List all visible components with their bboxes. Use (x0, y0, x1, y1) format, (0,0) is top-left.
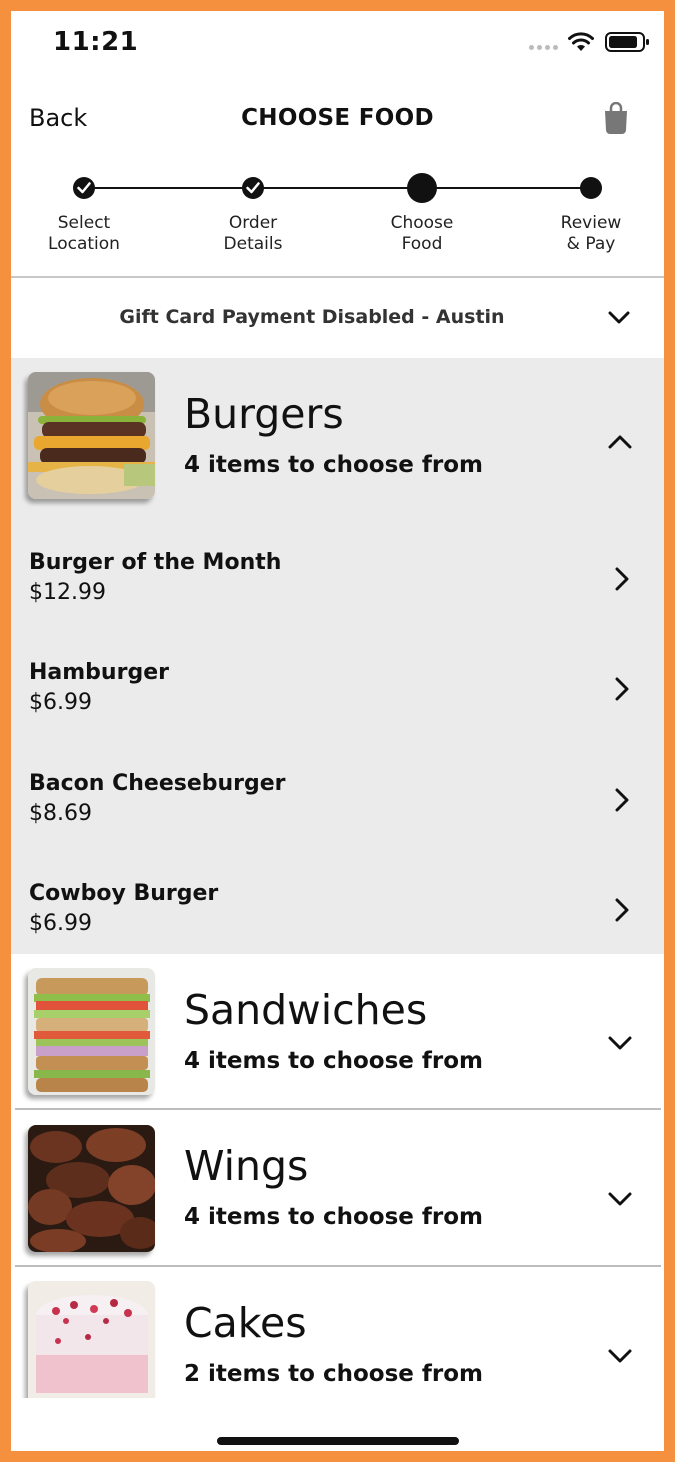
menu-item-row[interactable]: Burger of the Month $12.99 (11, 550, 664, 660)
chevron-down-icon (608, 311, 630, 324)
category-wings[interactable]: Wings 4 items to choose from (11, 1110, 664, 1266)
battery-icon (605, 32, 649, 52)
shopping-bag-icon[interactable] (603, 102, 629, 136)
step-review-pay: Review & Pay (516, 171, 664, 255)
category-title: Cakes (184, 1299, 307, 1347)
step-check-icon (73, 177, 95, 199)
home-indicator[interactable] (217, 1437, 459, 1445)
step-label: Order Details (223, 213, 283, 254)
item-price: $6.99 (29, 690, 92, 715)
sandwich-image (28, 968, 155, 1095)
status-time: 11:21 (53, 27, 139, 57)
category-count: 2 items to choose from (184, 1361, 483, 1387)
status-bar: 11:21 (11, 11, 664, 81)
category-title: Burgers (184, 390, 344, 438)
app-screen: 11:21 Back CHOOSE FOOD Select Location O… (11, 11, 664, 1451)
step-select-location: Select Location (11, 171, 159, 255)
burger-image (28, 372, 155, 499)
chevron-right-icon (615, 898, 629, 922)
step-order-details: Order Details (178, 171, 328, 255)
location-label: Gift Card Payment Disabled - Austin (119, 306, 505, 328)
step-label: Choose Food (390, 213, 454, 254)
category-header-burgers[interactable]: Burgers 4 items to choose from (11, 358, 664, 508)
nav-header: Back CHOOSE FOOD (11, 96, 664, 146)
chevron-down-icon (608, 1192, 632, 1206)
category-count: 4 items to choose from (184, 1204, 483, 1230)
chevron-down-icon (608, 1036, 632, 1050)
chevron-down-icon (608, 1349, 632, 1363)
menu-item-row[interactable]: Hamburger $6.99 (11, 660, 664, 770)
item-price: $6.99 (29, 911, 92, 936)
category-title: Sandwiches (184, 986, 428, 1034)
wings-image (28, 1125, 155, 1252)
chevron-right-icon (615, 788, 629, 812)
item-name: Cowboy Burger (29, 881, 219, 906)
location-selector[interactable]: Gift Card Payment Disabled - Austin (11, 278, 664, 358)
chevron-right-icon (615, 567, 629, 591)
wifi-icon (568, 32, 594, 51)
category-burgers: Burgers 4 items to choose from Burger of… (11, 358, 664, 954)
item-name: Bacon Cheeseburger (29, 771, 286, 796)
category-sandwiches[interactable]: Sandwiches 4 items to choose from (11, 954, 664, 1110)
step-current-dot (407, 173, 437, 203)
category-title: Wings (184, 1142, 309, 1190)
category-count: 4 items to choose from (184, 1048, 483, 1074)
item-price: $8.69 (29, 801, 92, 826)
item-name: Burger of the Month (29, 550, 282, 575)
cake-image (28, 1281, 155, 1408)
signal-icon (529, 45, 558, 50)
step-check-icon (242, 177, 264, 199)
step-choose-food: Choose Food (347, 171, 497, 255)
stepper-line (84, 187, 591, 189)
item-name: Hamburger (29, 660, 169, 685)
category-count: 4 items to choose from (184, 452, 483, 478)
menu-item-row[interactable]: Bacon Cheeseburger $8.69 (11, 771, 664, 881)
step-label: Select Location (48, 213, 120, 254)
chevron-up-icon (608, 435, 632, 449)
progress-stepper: Select Location Order Details Choose Foo… (11, 171, 664, 281)
step-label: Review & Pay (560, 213, 622, 254)
chevron-right-icon (615, 677, 629, 701)
item-price: $12.99 (29, 580, 106, 605)
page-title: CHOOSE FOOD (241, 105, 434, 131)
step-pending-dot (580, 177, 602, 199)
